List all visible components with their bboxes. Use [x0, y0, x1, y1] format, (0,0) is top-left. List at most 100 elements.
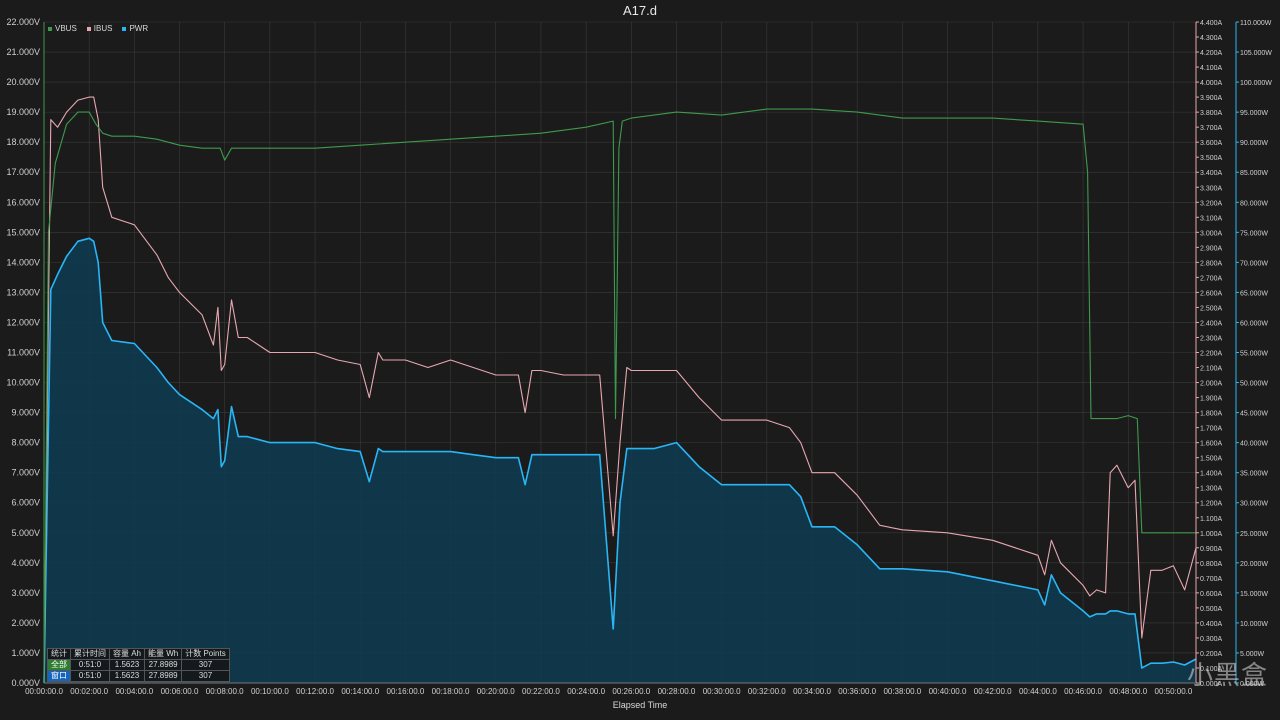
y-right1-tick-label: 2.200A: [1200, 351, 1223, 358]
x-tick-label: 00:08:00.0: [206, 687, 244, 696]
x-tick-label: 00:38:00.0: [883, 687, 921, 696]
x-tick-label: 00:32:00.0: [748, 687, 786, 696]
y-right2-tick-label: 70.000W: [1240, 260, 1268, 267]
y-right1-tick-label: 2.800A: [1200, 260, 1223, 267]
x-tick-label: 00:42:00.0: [974, 687, 1012, 696]
y-left-tick-label: 4.000V: [11, 558, 40, 568]
x-tick-label: 00:28:00.0: [658, 687, 696, 696]
x-tick-label: 00:34:00.0: [793, 687, 831, 696]
y-right1-tick-label: 1.800A: [1200, 411, 1223, 418]
y-right1-tick-label: 3.200A: [1200, 200, 1223, 207]
y-right1-tick-label: 0.500A: [1200, 606, 1223, 613]
y-left-tick-label: 17.000V: [6, 167, 40, 177]
y-left-tick-label: 20.000V: [6, 77, 40, 87]
stats-cell: 307: [181, 659, 230, 671]
y-right1-tick-label: 2.600A: [1200, 290, 1223, 297]
y-left-tick-label: 15.000V: [6, 227, 40, 237]
stats-cell: 0:51:0: [70, 659, 110, 671]
y-right2-tick-label: 85.000W: [1240, 170, 1268, 177]
x-tick-label: 00:06:00.0: [161, 687, 199, 696]
stats-cell: 1.5623: [108, 659, 146, 671]
y-right2-tick-label: 75.000W: [1240, 230, 1268, 237]
legend-item-pwr[interactable]: PWR: [122, 24, 148, 33]
y-right1-tick-label: 1.900A: [1200, 396, 1223, 403]
y-right1-tick-label: 0.400A: [1200, 621, 1223, 628]
y-left-tick-label: 18.000V: [6, 137, 40, 147]
stats-cell: 27.8989: [144, 659, 183, 671]
legend[interactable]: VBUS IBUS PWR: [48, 24, 148, 33]
y-right1-tick-label: 2.700A: [1200, 275, 1223, 282]
legend-item-vbus[interactable]: VBUS: [48, 24, 77, 33]
y-right1-tick-label: 3.900A: [1200, 95, 1223, 102]
stats-header: 能量 Wh: [144, 648, 183, 660]
x-tick-label: 00:04:00.0: [115, 687, 153, 696]
y-right2-tick-label: 55.000W: [1240, 351, 1268, 358]
y-left-tick-label: 12.000V: [6, 317, 40, 327]
y-left-tick-label: 21.000V: [6, 47, 40, 57]
y-right2-tick-label: 20.000W: [1240, 561, 1268, 568]
x-tick-label: 00:36:00.0: [838, 687, 876, 696]
y-right2-tick-label: 80.000W: [1240, 200, 1268, 207]
y-left-tick-label: 19.000V: [6, 107, 40, 117]
y-left-tick-label: 22.000V: [6, 17, 40, 27]
stats-row-all: 全部 0:51:0 1.5623 27.8989 307: [47, 659, 230, 671]
y-left-tick-label: 16.000V: [6, 197, 40, 207]
y-right1-tick-label: 3.600A: [1200, 140, 1223, 147]
y-right1-tick-label: 2.100A: [1200, 366, 1223, 373]
legend-swatch-vbus: [48, 26, 52, 31]
watermark-logo: 小黑盒: [1186, 661, 1268, 691]
y-right1-tick-label: 3.500A: [1200, 155, 1223, 162]
x-tick-label: 00:22:00.0: [522, 687, 560, 696]
y-left-tick-label: 13.000V: [6, 287, 40, 297]
stats-row-label: 窗口: [47, 670, 71, 682]
y-left-tick-label: 8.000V: [11, 438, 40, 448]
y-right2-tick-label: 35.000W: [1240, 471, 1268, 478]
y-right1-tick-label: 1.600A: [1200, 441, 1223, 448]
stats-header: 计数 Points: [181, 648, 230, 660]
y-right1-tick-label: 1.500A: [1200, 456, 1223, 463]
x-tick-label: 00:18:00.0: [432, 687, 470, 696]
y-right1-tick-label: 3.100A: [1200, 215, 1223, 222]
x-tick-label: 00:44:00.0: [1019, 687, 1057, 696]
y-left-tick-label: 6.000V: [11, 498, 40, 508]
stats-cell: 0:51:0: [70, 670, 110, 682]
y-right1-tick-label: 2.900A: [1200, 245, 1223, 252]
legend-label-ibus: IBUS: [93, 24, 113, 33]
x-tick-label: 00:40:00.0: [929, 687, 967, 696]
y-right1-tick-label: 4.100A: [1200, 65, 1223, 72]
stats-cell: 27.8989: [144, 670, 183, 682]
stats-row-label: 全部: [47, 659, 71, 671]
legend-swatch-pwr: [122, 26, 127, 31]
y-left-tick-label: 5.000V: [11, 528, 40, 538]
y-right1-tick-label: 0.800A: [1200, 561, 1223, 568]
legend-label-vbus: VBUS: [55, 24, 77, 33]
x-tick-label: 00:20:00.0: [477, 687, 515, 696]
y-right2-tick-label: 110.000W: [1240, 20, 1272, 27]
x-tick-label: 00:00:00.0: [25, 687, 63, 696]
y-right1-tick-label: 4.400A: [1200, 20, 1223, 27]
y-right1-tick-label: 1.100A: [1200, 516, 1223, 523]
y-right2-tick-label: 10.000W: [1240, 621, 1268, 628]
y-right2-tick-label: 30.000W: [1240, 501, 1268, 508]
pwr-area-fill: [44, 238, 1196, 684]
y-right1-tick-label: 1.200A: [1200, 501, 1223, 508]
y-right1-tick-label: 0.600A: [1200, 591, 1223, 598]
y-right2-tick-label: 50.000W: [1240, 381, 1268, 388]
x-tick-label: 00:10:00.0: [251, 687, 289, 696]
series-area-pwr: [44, 238, 1196, 684]
y-left-tick-label: 3.000V: [11, 588, 40, 598]
x-tick-label: 00:24:00.0: [567, 687, 605, 696]
x-tick-label: 00:30:00.0: [703, 687, 741, 696]
y-right1-tick-label: 4.200A: [1200, 50, 1223, 57]
y-right1-tick-label: 0.900A: [1200, 546, 1223, 553]
y-right1-tick-label: 0.700A: [1200, 576, 1223, 583]
y-right1-tick-label: 3.700A: [1200, 125, 1223, 132]
y-right2-tick-label: 105.000W: [1240, 50, 1272, 57]
y-right1-tick-label: 1.300A: [1200, 486, 1223, 493]
stats-cell: 1.5623: [108, 670, 146, 682]
x-tick-label: 00:26:00.0: [612, 687, 650, 696]
chart-title: A17.d: [623, 3, 657, 18]
x-tick-label: 00:02:00.0: [70, 687, 108, 696]
legend-item-ibus[interactable]: IBUS: [86, 24, 113, 33]
y-right1-tick-label: 4.300A: [1200, 35, 1223, 42]
